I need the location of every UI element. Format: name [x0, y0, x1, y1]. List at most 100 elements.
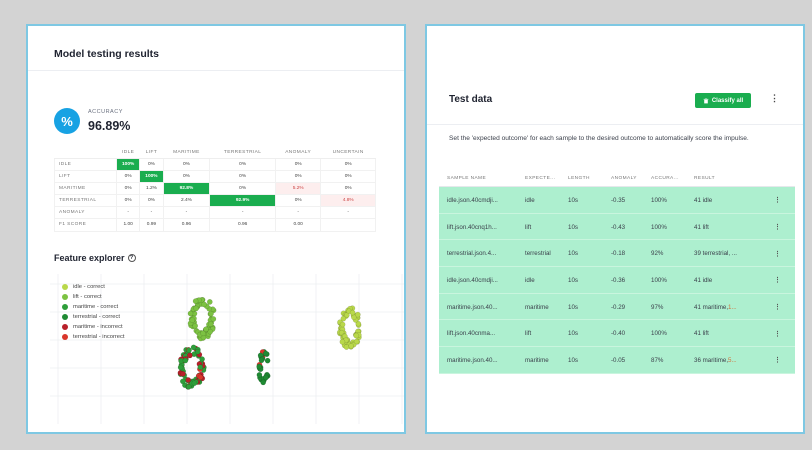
cell-expected: lift [525, 320, 565, 347]
plot-point [353, 332, 360, 339]
matrix-cell: 0% [115, 193, 141, 207]
plot-point [192, 323, 198, 329]
table-row[interactable]: idle.json.40cmdji... idle 10s -0.35 100% 41 i… [439, 187, 795, 214]
row-menu-icon[interactable]: ⋮ [774, 347, 781, 374]
cell-anomaly: -0.40 [611, 320, 647, 347]
cell-accuracy: 92% [651, 240, 687, 267]
plot-point [194, 348, 201, 355]
cell-text: 39 terrestrial, ... [694, 250, 737, 258]
matrix-header: TERRESTRIAL [209, 147, 276, 159]
matrix-row: ANOMALY - - - - - - [54, 205, 376, 219]
plot-point [262, 350, 269, 357]
cell-accuracy: 100% [651, 187, 687, 214]
table-row[interactable]: lift.json.40cnq1h... lift 10s -0.43 100% 41 l… [439, 214, 795, 241]
cell-expected: maritime [525, 347, 565, 374]
cell-result: 41 lift [694, 214, 774, 241]
cell-text: 41 idle [694, 276, 713, 284]
row-menu-icon[interactable]: ⋮ [774, 294, 781, 321]
plot-point [192, 298, 199, 304]
matrix-cell: 0% [209, 181, 276, 195]
matrix-cell: 0% [139, 157, 164, 171]
legend-item[interactable]: terrestrial - correct [62, 312, 125, 322]
matrix-row: TERRESTRIAL 0% 0% 2.4% 92.9% 0% 4.8% [54, 193, 376, 207]
cell-expected: idle [525, 267, 565, 294]
column-length[interactable]: LENGTH [568, 170, 590, 187]
matrix-row-label: F1 SCORE [54, 217, 117, 232]
table-row[interactable]: idle.json.40cmdji... idle 10s -0.36 100% 41 i… [439, 267, 795, 294]
cell-text: maritime.json.40... [447, 303, 498, 311]
plot-point [354, 311, 361, 318]
plot-points [177, 296, 362, 390]
table-row[interactable]: terrestrial.json.4... terrestrial 10s -0.18… [439, 240, 795, 268]
plot-point [348, 343, 354, 349]
column-sample-name[interactable]: SAMPLE NAME [447, 170, 486, 187]
cell-text: -0.43 [611, 223, 626, 231]
cell-anomaly: -0.35 [611, 187, 647, 214]
test-data-title: Test data [449, 94, 493, 105]
cell-text: 41 maritime, [694, 303, 729, 311]
plot-point [203, 326, 209, 333]
cell-text: -0.05 [611, 356, 626, 364]
column-anomaly[interactable]: ANOMALY [611, 170, 637, 187]
row-menu-icon[interactable]: ⋮ [774, 320, 781, 347]
legend-item[interactable]: terrestrial - incorrect [62, 332, 125, 342]
cell-name: maritime.json.40... [447, 347, 521, 374]
legend-dot [62, 284, 68, 290]
cell-text: idle.json.40cmdji... [447, 276, 498, 284]
matrix-cell: 0.99 [139, 217, 164, 232]
matrix-cell: 0% [115, 181, 141, 195]
legend-item[interactable]: lift - correct [62, 292, 125, 302]
cell-text: idle.json.40cmdji... [447, 196, 498, 204]
column-result[interactable]: RESULT [694, 170, 715, 187]
plot-point [349, 309, 356, 316]
plot-point [187, 310, 194, 317]
cell-result: 39 terrestrial, ... [694, 240, 774, 267]
table-row[interactable]: maritime.json.40... maritime 10s -0.05 87% 36… [439, 347, 795, 374]
matrix-cell: 0% [274, 193, 322, 207]
cell-text: lift [525, 330, 532, 338]
cell-text: -0.35 [611, 196, 626, 204]
row-menu-icon[interactable]: ⋮ [774, 240, 781, 267]
table-row[interactable]: maritime.json.40... maritime 10s -0.29 97% 41… [439, 294, 795, 321]
more-options-icon[interactable]: ⋮ [770, 93, 779, 104]
plot-point [182, 357, 189, 364]
classify-all-button[interactable]: Classify all [695, 93, 751, 108]
legend-dot [62, 334, 68, 340]
cell-anomaly: -0.18 [611, 240, 647, 267]
legend-label: maritime - correct [73, 304, 119, 310]
cell-text: 41 idle [694, 196, 713, 204]
legend-item[interactable]: maritime - correct [62, 302, 125, 312]
accuracy-label: ACCURACY [88, 109, 123, 115]
cell-text: lift.json.40cnq1h... [447, 223, 497, 231]
matrix-cell: 0.96 [209, 217, 276, 232]
legend-label: terrestrial - correct [73, 314, 121, 320]
column-expected[interactable]: EXPECTE... [525, 170, 563, 187]
matrix-row: F1 SCORE 1.00 0.99 0.96 0.96 0.00 [54, 217, 376, 232]
row-menu-icon[interactable]: ⋮ [774, 214, 781, 241]
cell-text: 10s [568, 356, 578, 364]
plot-point [197, 374, 204, 381]
help-icon[interactable]: ? [127, 254, 136, 262]
plot-point [191, 380, 198, 386]
cell-text: 100% [651, 196, 667, 204]
legend-dot [62, 304, 68, 310]
column-accuracy[interactable]: ACCURA... [651, 170, 689, 187]
matrix-row-label: MARITIME [54, 181, 117, 195]
percent-icon: % [54, 108, 80, 134]
divider [427, 124, 803, 125]
row-menu-icon[interactable]: ⋮ [774, 187, 781, 214]
legend-item[interactable]: maritime - incorrect [62, 322, 125, 332]
row-menu-icon[interactable]: ⋮ [774, 267, 781, 294]
matrix-cell: 100% [139, 169, 164, 183]
matrix-cell: - [139, 205, 164, 219]
cell-text: -0.36 [611, 276, 626, 284]
cell-text: maritime [525, 356, 549, 364]
matrix-row: LIFT 0% 100% 0% 0% 0% 0% [54, 169, 376, 183]
table-row[interactable]: lift.json.40cnma... lift 10s -0.40 100% 41 li… [439, 320, 795, 348]
cell-expected: maritime [525, 294, 565, 321]
cell-length: 10s [568, 347, 604, 374]
cell-name: lift.json.40cnq1h... [447, 214, 521, 241]
plot-point [207, 321, 214, 328]
legend-item[interactable]: idle - correct [62, 282, 125, 292]
matrix-cell: 0% [139, 193, 164, 207]
